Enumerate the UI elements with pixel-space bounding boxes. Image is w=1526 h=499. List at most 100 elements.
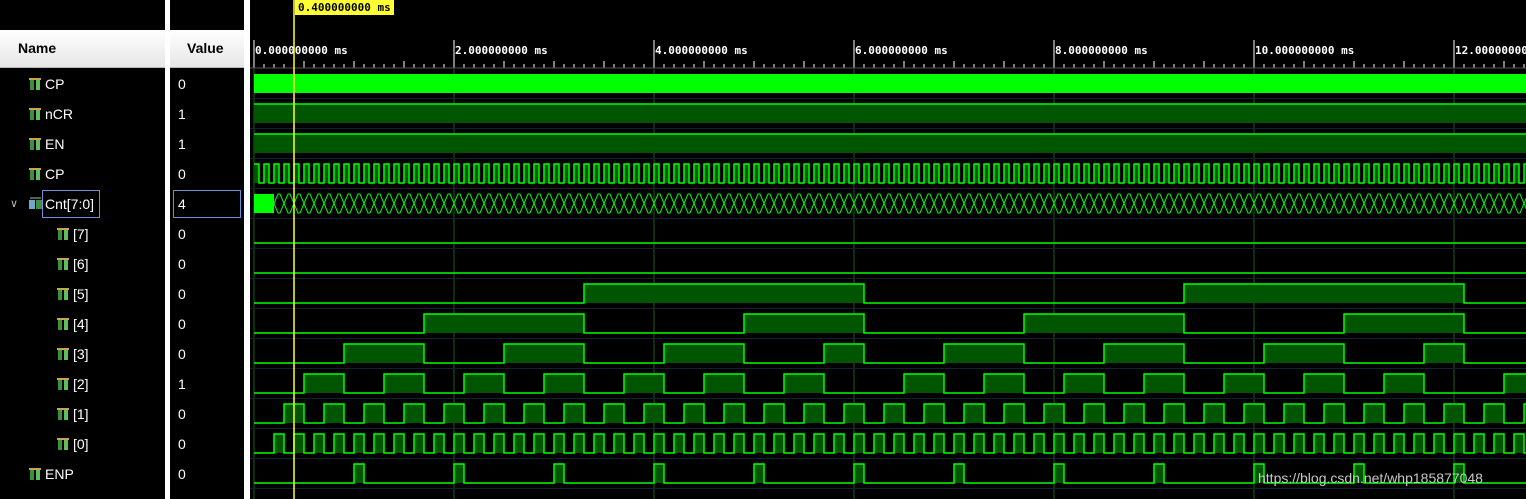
bit-waveform-fill (694, 284, 704, 303)
bit-waveform-fill (1284, 284, 1294, 303)
signal-value[interactable]: 0 (178, 399, 238, 429)
bit-waveform-fill (684, 284, 694, 303)
signal-icon (57, 287, 70, 301)
bit-waveform-fill (1384, 374, 1394, 393)
signal-name[interactable]: [1] (73, 399, 89, 429)
signal-value[interactable]: 0 (178, 219, 238, 249)
bit-waveform-fill (474, 314, 484, 333)
value-column-header[interactable]: Value (170, 30, 244, 68)
bit-waveform-fill (414, 344, 424, 363)
bit-waveform-fill (1134, 314, 1144, 333)
bit-waveform-fill (734, 344, 744, 363)
signal-value[interactable]: 0 (178, 159, 238, 189)
signal-name[interactable]: [7] (73, 219, 89, 249)
signal-name[interactable]: [4] (73, 309, 89, 339)
bit-waveform-fill (1394, 284, 1404, 303)
signal-value[interactable]: 1 (178, 99, 238, 129)
bit-waveform-fill (474, 374, 484, 393)
signal-name[interactable]: nCR (45, 99, 73, 129)
signal-value[interactable]: 1 (178, 369, 238, 399)
bit-waveform-fill (934, 374, 944, 393)
bit-waveform-fill (414, 374, 424, 393)
bit-waveform-fill (1034, 434, 1044, 453)
bit-waveform-fill (564, 314, 574, 333)
signal-value[interactable]: 0 (178, 339, 238, 369)
pulse-waveform-fill (754, 464, 764, 483)
bit-waveform-fill (654, 434, 664, 453)
bit-waveform-fill (844, 284, 854, 303)
signal-name[interactable]: ENP (45, 459, 74, 489)
signal-name[interactable]: EN (45, 129, 64, 159)
bit-waveform-fill (494, 374, 504, 393)
signal-icon (57, 227, 70, 241)
bit-waveform-fill (1124, 404, 1134, 423)
bit-waveform-fill (614, 434, 624, 453)
signal-value[interactable]: 1 (178, 129, 238, 159)
signal-value[interactable]: 0 (178, 69, 238, 99)
bit-waveform-fill (974, 404, 984, 423)
bit-waveform-fill (774, 434, 784, 453)
bit-waveform-fill (714, 284, 724, 303)
bit-waveform-fill (1274, 434, 1284, 453)
bit-waveform-fill (1484, 404, 1494, 423)
bit-waveform-fill (1154, 374, 1164, 393)
bit-waveform-fill (1304, 344, 1314, 363)
bit-waveform-fill (854, 284, 864, 303)
bit-waveform-fill (384, 344, 394, 363)
signal-icon (29, 107, 42, 121)
bit-waveform-fill (854, 434, 864, 453)
bit-waveform-fill (574, 404, 584, 423)
signal-value[interactable]: 0 (178, 249, 238, 279)
signal-name[interactable]: [3] (73, 339, 89, 369)
bit-waveform-fill (1214, 434, 1224, 453)
signal-name[interactable]: CP (45, 69, 64, 99)
signal-icon (57, 377, 70, 391)
bit-waveform-fill (504, 344, 514, 363)
bit-waveform-fill (704, 374, 714, 393)
bit-waveform-fill (1334, 284, 1344, 303)
name-column-header[interactable]: Name (0, 30, 165, 68)
bit-waveform-fill (404, 344, 414, 363)
bit-waveform-fill (1014, 434, 1024, 453)
cursor-time-label[interactable]: 0.400000000 ms (295, 0, 394, 15)
bit-waveform-fill (744, 284, 754, 303)
bit-waveform-fill (1004, 374, 1014, 393)
bit-waveform-fill (1394, 434, 1404, 453)
time-tick-label: 10.000000000 ms (1255, 44, 1354, 57)
signal-name[interactable]: [5] (73, 279, 89, 309)
waveform-pane[interactable]: 0.000000000 ms 2.000000000 ms 4.000000000 … (250, 0, 1526, 499)
bit-waveform-fill (284, 404, 294, 423)
bit-waveform-fill (434, 434, 444, 453)
bit-waveform-fill (634, 434, 644, 453)
bit-waveform-fill (604, 284, 614, 303)
signal-value[interactable]: 0 (178, 279, 238, 309)
bit-waveform-fill (534, 344, 544, 363)
signal-value[interactable]: 0 (178, 459, 238, 489)
bit-waveform-fill (1144, 344, 1154, 363)
bit-waveform-fill (994, 374, 1004, 393)
bit-waveform-fill (1204, 404, 1214, 423)
bit-waveform-fill (654, 374, 664, 393)
signal-name[interactable]: [0] (73, 429, 89, 459)
bit-waveform-fill (724, 374, 734, 393)
bit-waveform-fill (524, 404, 534, 423)
bit-waveform-fill (1134, 404, 1144, 423)
pulse-waveform-fill (854, 464, 864, 483)
bit-waveform-fill (1004, 404, 1014, 423)
bit-waveform-fill (1354, 314, 1364, 333)
bit-waveform-fill (414, 434, 424, 453)
bit-waveform-fill (1354, 434, 1364, 453)
bit-waveform-fill (1044, 314, 1054, 333)
bit-waveform-fill (554, 344, 564, 363)
signal-icon (57, 257, 70, 271)
signal-value[interactable]: 0 (178, 309, 238, 339)
waveform-canvas: 0.000000000 ms 2.000000000 ms 4.000000000 … (250, 0, 1526, 499)
signal-name[interactable]: [6] (73, 249, 89, 279)
signal-name[interactable]: CP (45, 159, 64, 189)
expand-collapse-chevron-icon[interactable]: ∨ (8, 189, 20, 219)
pane-divider[interactable] (165, 0, 170, 499)
bit-waveform-fill (954, 344, 964, 363)
signal-name[interactable]: [2] (73, 369, 89, 399)
signal-value[interactable]: 0 (178, 429, 238, 459)
bit-waveform-fill (644, 404, 654, 423)
